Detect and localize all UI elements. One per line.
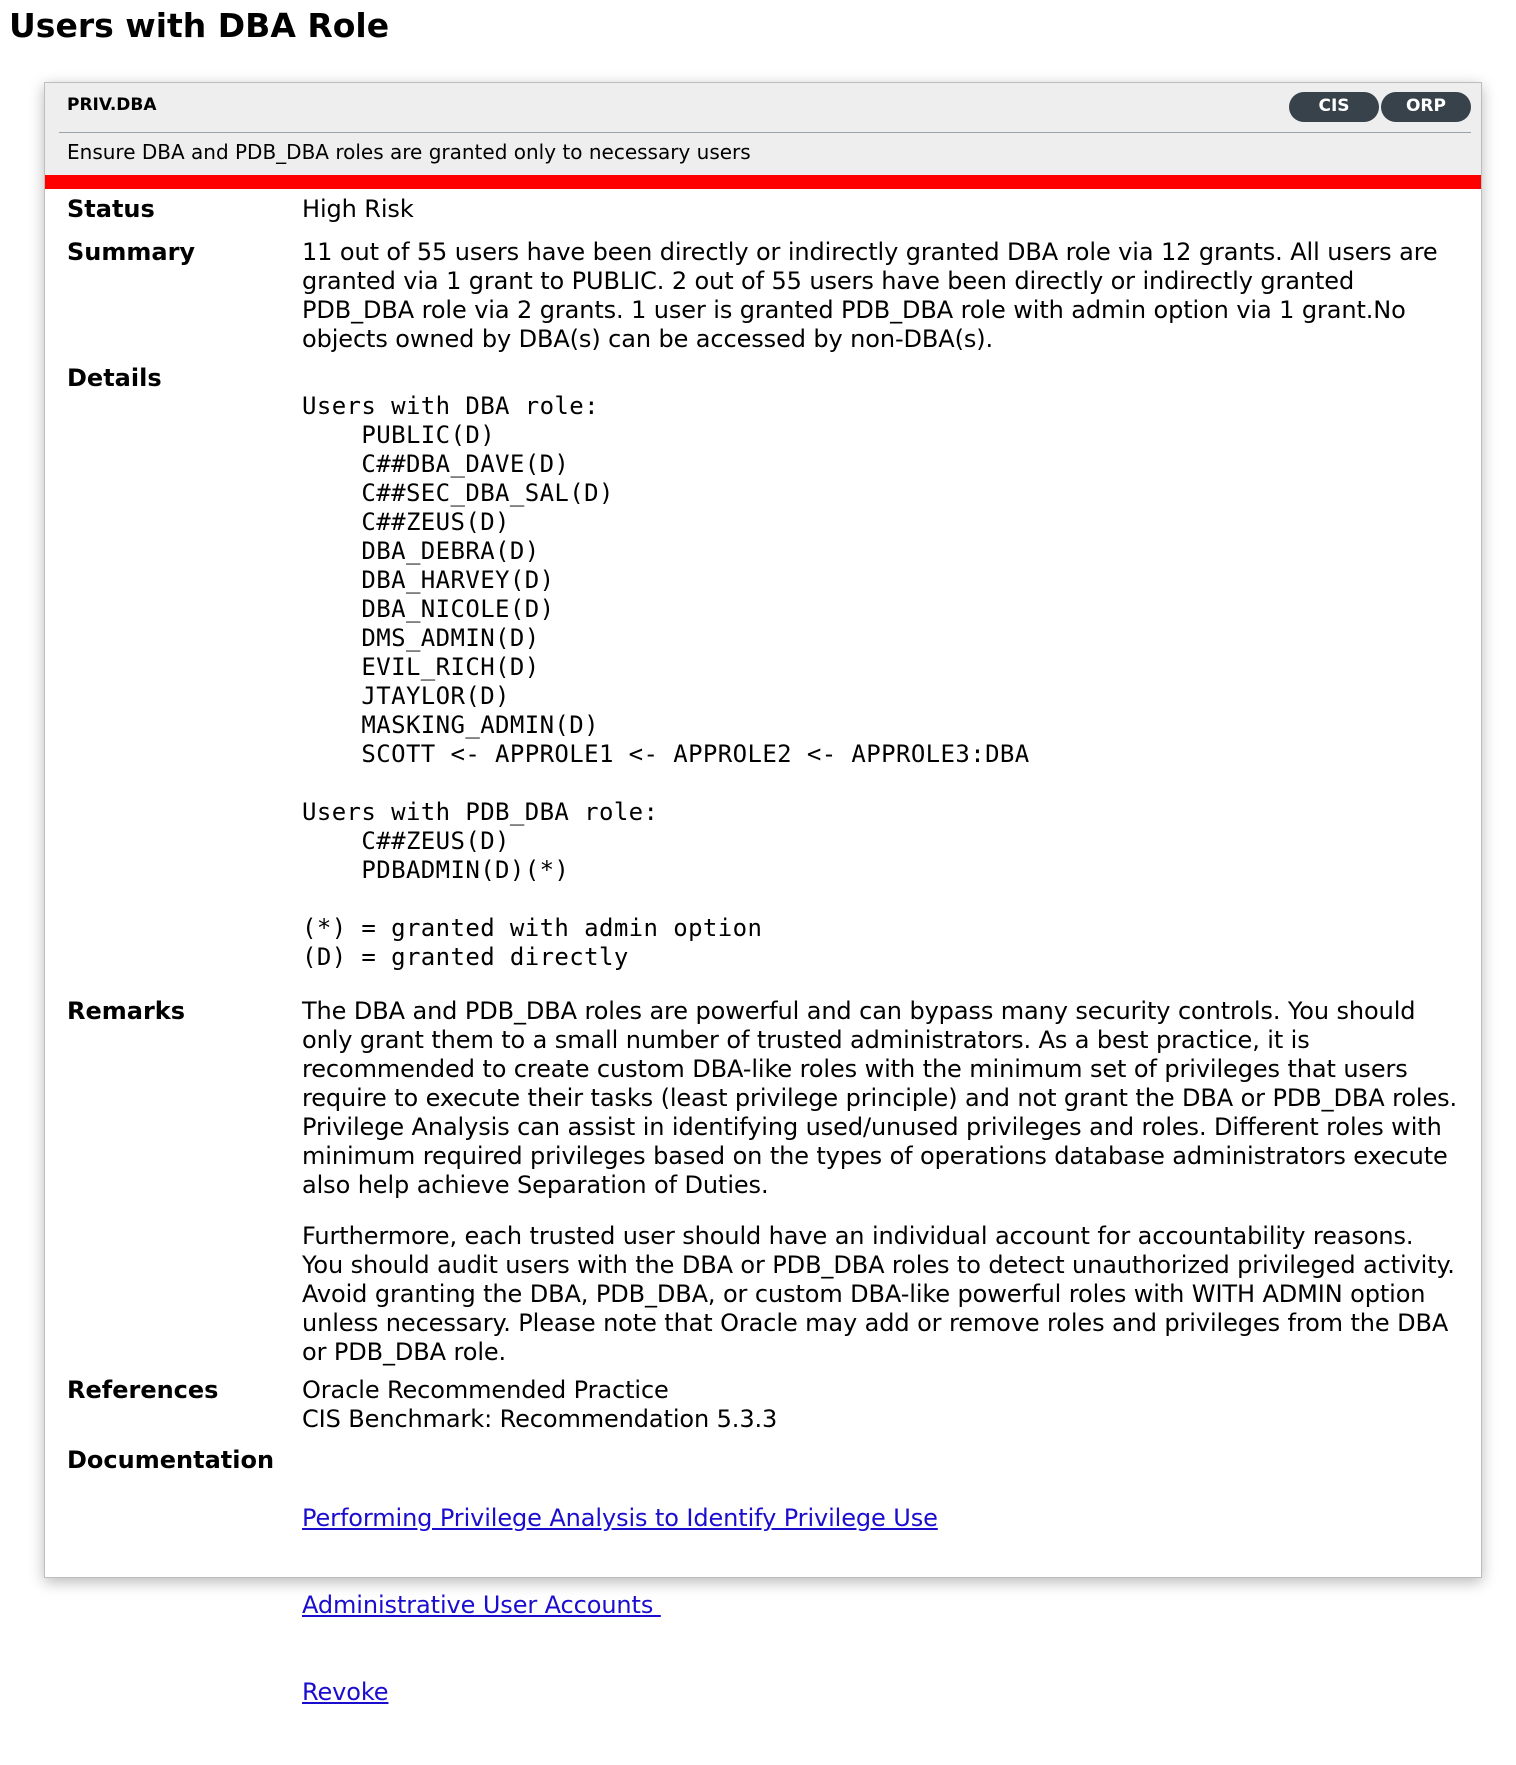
finding-header: PRIV.DBA CIS ORP Ensure DBA and PDB_DBA … [45,83,1481,175]
reference-item: CIS Benchmark: Recommendation 5.3.3 [302,1405,778,1433]
documentation-label: Documentation [67,1446,275,1474]
remarks-paragraph-1: The DBA and PDB_DBA roles are powerful a… [302,997,1465,1199]
tag-group: CIS ORP [1289,92,1471,122]
doc-link-administrative-accounts[interactable]: Administrative User Accounts [302,1591,1459,1620]
remarks-paragraph-2: Furthermore, each trusted user should ha… [302,1222,1463,1366]
reference-item: Oracle Recommended Practice [302,1376,669,1404]
doc-link-privilege-analysis[interactable]: Performing Privilege Analysis to Identif… [302,1504,1459,1533]
doc-link-revoke[interactable]: Revoke [302,1678,1459,1707]
header-divider [59,132,1471,133]
status-label: Status [67,195,155,223]
details-text: Users with DBA role: PUBLIC(D) C##DBA_DA… [302,392,1030,971]
finding-card: PRIV.DBA CIS ORP Ensure DBA and PDB_DBA … [44,82,1482,1706]
tag-cis: CIS [1289,92,1379,122]
tag-orp: ORP [1381,92,1471,122]
status-value: High Risk [302,195,414,223]
rule-id: PRIV.DBA [67,95,157,115]
references-label: References [67,1376,219,1404]
summary-text: 11 out of 55 users have been directly or… [302,238,1446,353]
risk-bar [45,175,1481,189]
remarks-label: Remarks [67,997,186,1025]
rule-title: Ensure DBA and PDB_DBA roles are granted… [67,140,751,164]
documentation-links: Performing Privilege Analysis to Identif… [302,1446,1459,1765]
summary-label: Summary [67,238,196,266]
page-title: Users with DBA Role [9,6,390,45]
details-label: Details [67,364,162,392]
